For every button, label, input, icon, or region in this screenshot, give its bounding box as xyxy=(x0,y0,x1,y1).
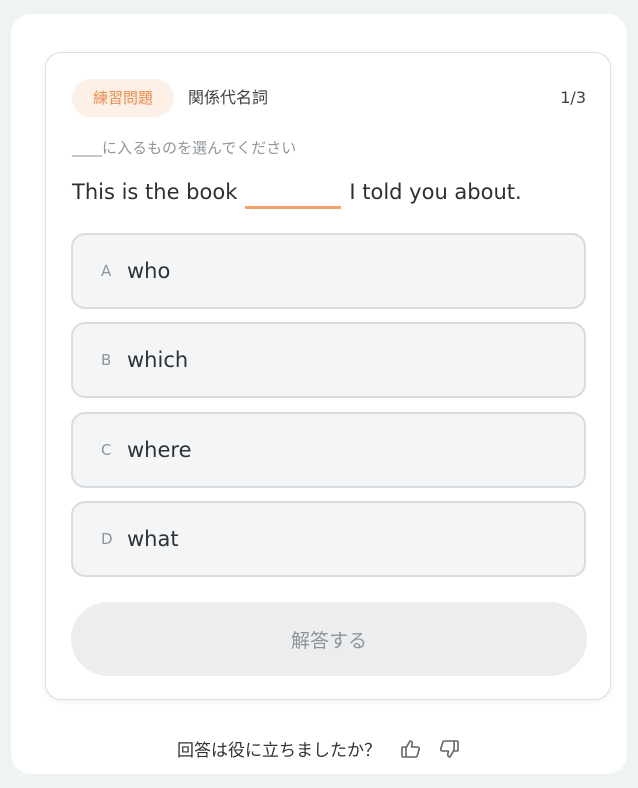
option-d[interactable]: D what xyxy=(71,501,586,577)
practice-tag: 練習問題 xyxy=(72,79,174,117)
instruction-text: ____に入るものを選んでください xyxy=(72,139,297,157)
option-text: which xyxy=(127,348,189,372)
question-sentence: This is the book I told you about. xyxy=(72,175,522,209)
option-letter: C xyxy=(101,441,112,459)
thumbs-down-icon[interactable] xyxy=(437,737,461,761)
feedback-prompt: 回答は役に立ちましたか？ xyxy=(177,741,381,761)
sentence-before: This is the book xyxy=(72,180,238,204)
sentence-after: I told you about. xyxy=(349,180,522,204)
option-letter: D xyxy=(101,530,113,548)
option-b[interactable]: B which xyxy=(71,322,586,398)
option-text: where xyxy=(127,438,192,462)
progress-counter: 1/3 xyxy=(560,88,586,107)
question-card: 練習問題 関係代名詞 1/3 ____に入るものを選んでください This is… xyxy=(45,52,611,700)
answer-blank xyxy=(245,175,342,209)
feedback-bar: 回答は役に立ちましたか？ xyxy=(0,736,638,761)
quiz-panel: 練習問題 関係代名詞 1/3 ____に入るものを選んでください This is… xyxy=(11,14,627,774)
option-letter: B xyxy=(101,351,112,369)
option-text: what xyxy=(127,527,179,551)
option-a[interactable]: A who xyxy=(71,233,586,309)
submit-answer-button[interactable]: 解答する xyxy=(71,602,587,676)
thumbs-up-icon[interactable] xyxy=(399,737,423,761)
option-letter: A xyxy=(101,262,112,280)
category-label: 関係代名詞 xyxy=(188,88,269,107)
card-header: 練習問題 関係代名詞 1/3 xyxy=(72,77,586,119)
option-text: who xyxy=(127,259,171,283)
option-c[interactable]: C where xyxy=(71,412,586,488)
